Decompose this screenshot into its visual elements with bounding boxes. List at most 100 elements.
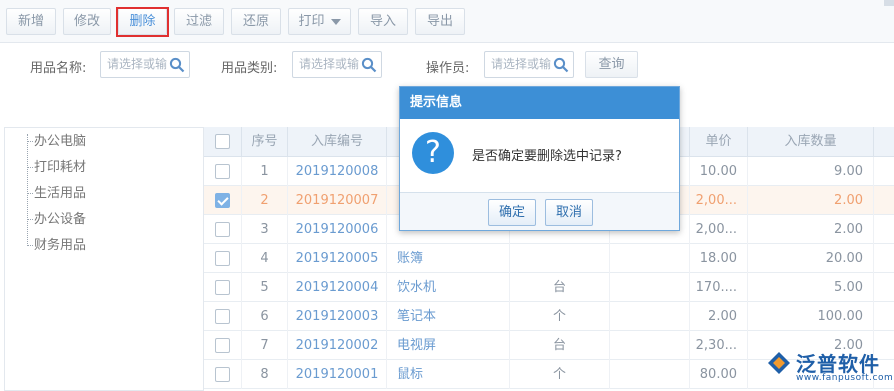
tree-item[interactable]: 办公设备 — [27, 210, 86, 230]
cell-seq: 6 — [242, 302, 288, 331]
cell-seq: 1 — [242, 157, 288, 186]
cell-name[interactable]: 笔记本 — [387, 302, 510, 331]
cell-code[interactable]: 2019120008 — [288, 157, 387, 186]
row-select[interactable] — [204, 331, 242, 360]
cell-unit: 个 — [510, 302, 610, 331]
cell-quantity: 5.00 — [748, 273, 874, 302]
cell-seq: 2 — [242, 186, 288, 215]
cell-seq: 5 — [242, 273, 288, 302]
search-icon[interactable] — [553, 57, 569, 73]
print-button[interactable]: 打印 — [288, 8, 351, 35]
operator-filter-input[interactable]: 请选择或输 — [484, 51, 574, 78]
row-select[interactable] — [204, 360, 242, 389]
cell-code[interactable]: 2019120006 — [288, 215, 387, 244]
row-select[interactable] — [204, 244, 242, 273]
import-button[interactable]: 导入 — [358, 8, 408, 35]
dialog-title: 提示信息 — [400, 87, 679, 119]
filter-button[interactable]: 过滤 — [174, 8, 224, 35]
cell-unit-price: 2.00 — [690, 302, 748, 331]
query-button[interactable]: 查询 — [585, 51, 638, 78]
header-quantity: 入库数量 — [748, 127, 874, 157]
row-checkbox[interactable] — [215, 367, 230, 382]
select-all-checkbox[interactable] — [215, 134, 230, 149]
row-checkbox[interactable] — [215, 309, 230, 324]
confirm-button[interactable]: 确定 — [488, 199, 536, 226]
logo-url: www.fanpusoft.com — [796, 373, 894, 383]
search-icon[interactable] — [361, 57, 377, 73]
row-checkbox[interactable] — [215, 280, 230, 295]
cell-unit-price: 2,00... — [690, 186, 748, 215]
toolbar: 新增 修改 删除 过滤 还原 打印 导入 导出 — [0, 0, 894, 43]
dialog-message: 是否确定要删除选中记录? — [472, 149, 622, 164]
cell-quantity: 100.00 — [748, 302, 874, 331]
cell-code[interactable]: 2019120005 — [288, 244, 387, 273]
cell-code[interactable]: 2019120002 — [288, 331, 387, 360]
operator-filter-label: 操作员: — [426, 61, 470, 76]
row-select[interactable] — [204, 157, 242, 186]
cell-spec — [610, 360, 690, 389]
cell-quantity: 9.00 — [748, 157, 874, 186]
row-select[interactable] — [204, 302, 242, 331]
cell-code[interactable]: 2019120004 — [288, 273, 387, 302]
table-row[interactable]: 6 2019120003 笔记本个 2.00 100.00 — [204, 302, 894, 331]
chevron-down-icon — [330, 18, 341, 25]
row-select[interactable] — [204, 186, 242, 215]
category-filter-input[interactable]: 请选择或输 — [292, 51, 382, 78]
cell-seq: 8 — [242, 360, 288, 389]
tree-branch — [27, 219, 33, 220]
cell-unit: 台 — [510, 331, 610, 360]
cell-quantity: 2.00 — [748, 186, 874, 215]
cell-unit-price: 170.... — [690, 273, 748, 302]
dialog-body: ? 是否确定要删除选中记录? — [400, 119, 679, 192]
cell-seq: 3 — [242, 215, 288, 244]
cell-name[interactable]: 账簿 — [387, 244, 510, 273]
cancel-button[interactable]: 取消 — [545, 199, 593, 226]
row-select[interactable] — [204, 273, 242, 302]
row-checkbox[interactable] — [215, 222, 230, 237]
row-checkbox[interactable] — [215, 338, 230, 353]
scrollbar-corner — [884, 0, 894, 6]
cell-unit — [510, 244, 610, 273]
row-checkbox[interactable] — [215, 164, 230, 179]
tree-branch — [27, 193, 33, 194]
tree-item-label: 打印耗材 — [34, 160, 87, 175]
cell-spec — [610, 244, 690, 273]
name-filter-placeholder: 请选择或输 — [107, 57, 168, 71]
tree-item[interactable]: 生活用品 — [27, 184, 86, 204]
header-select-all[interactable] — [204, 127, 242, 157]
cell-unit: 个 — [510, 360, 610, 389]
cell-name[interactable]: 饮水机 — [387, 273, 510, 302]
table-row[interactable]: 5 2019120004 饮水机台 170.... 5.00 — [204, 273, 894, 302]
add-button[interactable]: 新增 — [6, 8, 56, 35]
tree-item[interactable]: 打印耗材 — [27, 158, 86, 178]
tree-item-label: 财务用品 — [34, 238, 87, 253]
operator-filter-placeholder: 请选择或输 — [491, 57, 552, 71]
tree-item-label: 生活用品 — [34, 186, 87, 201]
name-filter-label: 用品名称: — [30, 61, 87, 76]
cell-name[interactable]: 电视屏 — [387, 331, 510, 360]
question-icon: ? — [412, 132, 454, 174]
header-seq: 序号 — [242, 127, 288, 157]
edit-button[interactable]: 修改 — [63, 8, 111, 35]
cell-quantity: 20.00 — [748, 244, 874, 273]
cell-code[interactable]: 2019120007 — [288, 186, 387, 215]
row-checkbox[interactable] — [215, 251, 230, 266]
category-filter-label: 用品类别: — [221, 61, 278, 76]
tree-item[interactable]: 办公电脑 — [27, 132, 86, 152]
tree-branch — [27, 245, 33, 246]
print-label: 打印 — [298, 14, 325, 29]
restore-button[interactable]: 还原 — [231, 8, 281, 35]
cell-unit-price: 2,30... — [690, 331, 748, 360]
name-filter-input[interactable]: 请选择或输 — [100, 51, 190, 78]
cell-name[interactable]: 鼠标 — [387, 360, 510, 389]
logo-mark-icon — [768, 352, 790, 374]
row-checkbox[interactable] — [215, 193, 230, 208]
cell-code[interactable]: 2019120001 — [288, 360, 387, 389]
search-icon[interactable] — [169, 57, 185, 73]
confirm-dialog: 提示信息 ? 是否确定要删除选中记录? 确定 取消 — [399, 86, 680, 231]
tree-item[interactable]: 财务用品 — [27, 236, 86, 256]
cell-code[interactable]: 2019120003 — [288, 302, 387, 331]
export-button[interactable]: 导出 — [415, 8, 465, 35]
row-select[interactable] — [204, 215, 242, 244]
table-row[interactable]: 4 2019120005 账簿 18.00 20.00 — [204, 244, 894, 273]
